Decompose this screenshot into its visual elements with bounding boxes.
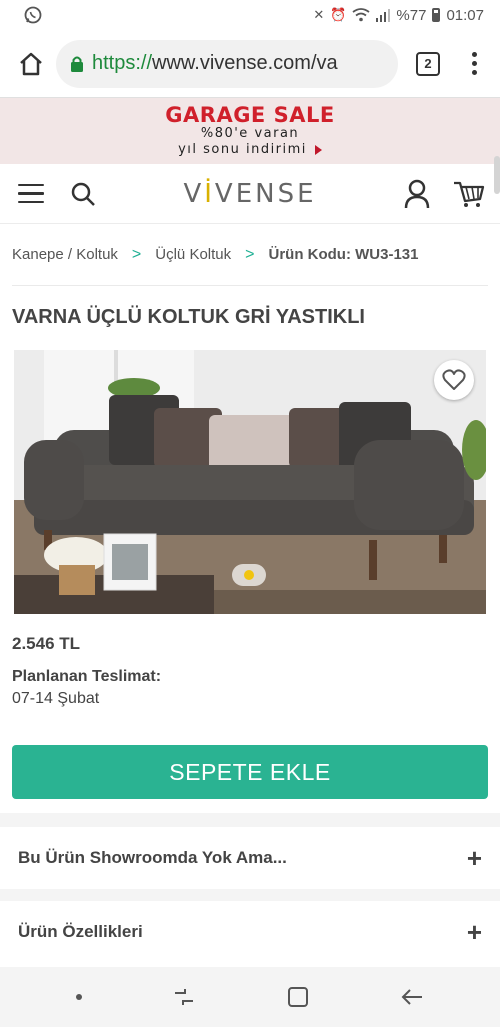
plus-icon: + — [466, 917, 482, 947]
promo-line-1: %80'e varan — [200, 126, 300, 141]
battery-icon — [432, 8, 441, 22]
add-to-cart-button[interactable]: SEPETE EKLE — [12, 745, 488, 799]
hamburger-menu-icon[interactable] — [18, 183, 44, 204]
carousel-indicator[interactable] — [232, 564, 266, 586]
battery-percent: %77 — [396, 6, 427, 24]
promo-title: GARAGE SALE — [165, 103, 335, 127]
heart-icon — [442, 369, 466, 390]
breadcrumb-separator: > — [131, 245, 142, 263]
browser-toolbar: https://www.vivense.com/va 2 — [0, 30, 500, 98]
tab-switcher-button[interactable]: 2 — [416, 51, 440, 76]
nav-dot-icon — [75, 994, 82, 1000]
address-bar[interactable]: https://www.vivense.com/va — [56, 39, 398, 88]
home-nav-icon[interactable] — [287, 986, 309, 1008]
cart-icon[interactable] — [452, 179, 486, 209]
home-button[interactable] — [16, 49, 46, 79]
home-icon — [20, 52, 42, 75]
overflow-menu-button[interactable] — [462, 52, 486, 75]
promo-banner[interactable]: GARAGE SALE %80'e varan yıl sonu indirim… — [0, 98, 500, 164]
mute-icon: ✕ — [313, 7, 325, 22]
breadcrumb-item-uclu-koltuk[interactable]: Üçlü Koltuk — [155, 246, 231, 263]
play-arrow-icon — [314, 144, 322, 155]
site-logo[interactable]: VİVENSE — [96, 179, 404, 209]
recent-apps-icon[interactable] — [173, 987, 195, 1007]
promo-line-2: yıl sonu indirimi — [178, 142, 322, 158]
alarm-icon: ⏰ — [330, 7, 347, 22]
accordion-features-label: Ürün Özellikleri — [18, 922, 143, 941]
product-price: 2.546 TL — [12, 634, 81, 653]
url-text: https://www.vivense.com/va — [92, 52, 338, 74]
user-icon[interactable] — [404, 179, 430, 209]
accordion-product-features[interactable]: Ürün Özellikleri + — [0, 901, 500, 963]
section-divider — [0, 813, 500, 827]
breadcrumb: Kanepe / Koltuk > Üçlü Koltuk > Ürün Kod… — [12, 224, 488, 286]
favorite-button[interactable] — [434, 360, 474, 400]
product-title: VARNA ÜÇLÜ KOLTUK GRİ YASTIKLI — [12, 306, 365, 328]
breadcrumb-product-code: Ürün Kodu: WU3-131 — [268, 246, 419, 263]
back-icon[interactable] — [400, 987, 424, 1007]
whatsapp-icon — [24, 6, 42, 24]
clock: 01:07 — [446, 6, 484, 24]
wifi-icon — [352, 8, 370, 22]
scrollbar[interactable] — [494, 156, 500, 194]
site-header: VİVENSE — [0, 164, 500, 224]
status-bar: ✕ ⏰ %77 01:07 — [0, 0, 500, 30]
android-nav-bar — [0, 967, 500, 1027]
signal-icon — [376, 9, 391, 22]
accordion-showroom-label: Bu Ürün Showroomda Yok Ama... — [18, 848, 287, 867]
product-image[interactable] — [14, 350, 486, 614]
search-icon[interactable] — [70, 181, 96, 207]
breadcrumb-item-kanepe[interactable]: Kanepe / Koltuk — [12, 246, 118, 263]
breadcrumb-separator: > — [245, 245, 255, 263]
delivery-label: Planlanan Teslimat: — [12, 668, 162, 685]
plus-icon: + — [466, 843, 482, 873]
accordion-showroom[interactable]: Bu Ürün Showroomda Yok Ama... + — [0, 827, 500, 889]
delivery-date: 07-14 Şubat — [12, 690, 100, 707]
section-divider — [0, 889, 500, 901]
lock-icon — [71, 56, 83, 72]
